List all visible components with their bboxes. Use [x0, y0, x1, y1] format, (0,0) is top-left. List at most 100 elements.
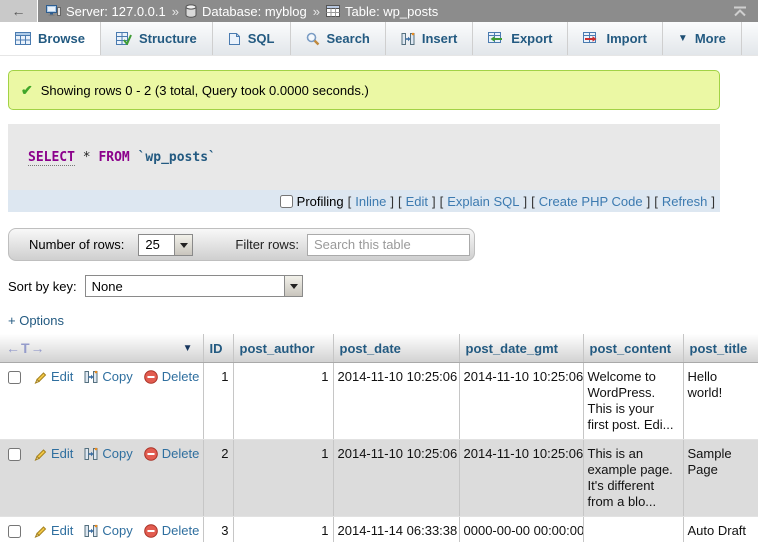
- filter-rows-label: Filter rows:: [235, 237, 299, 252]
- edit-row-action[interactable]: Edit: [33, 369, 73, 385]
- row-checkbox[interactable]: [8, 371, 21, 384]
- cell-post-content: This is an example page. It's different …: [583, 440, 683, 517]
- create-php-code-link[interactable]: Create PHP Code: [539, 194, 643, 209]
- tab-search[interactable]: Search: [291, 22, 386, 55]
- row-checkbox[interactable]: [8, 525, 21, 538]
- success-message-text: Showing rows 0 - 2 (3 total, Query took …: [41, 83, 369, 98]
- cell-id: 3: [203, 517, 233, 542]
- tab-search-label: Search: [327, 31, 370, 46]
- cell-post-content: Welcome to WordPress. This is your first…: [583, 363, 683, 440]
- pencil-icon: [33, 524, 47, 538]
- tab-import[interactable]: Import: [568, 22, 662, 55]
- sql-keyword-select[interactable]: SELECT: [28, 150, 75, 166]
- copy-row-action[interactable]: Copy: [84, 523, 132, 539]
- tab-insert[interactable]: Insert: [386, 22, 473, 55]
- cell-post-date-gmt: 0000-00-00 00:00:00: [459, 517, 583, 542]
- breadcrumb-table[interactable]: Table: wp_posts: [326, 4, 438, 19]
- bracket: ]: [524, 194, 528, 209]
- bracket: ]: [390, 194, 394, 209]
- profiling-checkbox[interactable]: [280, 195, 293, 208]
- bracket: ]: [647, 194, 651, 209]
- query-options-bar: Profiling [ Inline ] [ Edit ] [ Explain …: [8, 190, 720, 212]
- options-toggle-link[interactable]: + Options: [8, 313, 64, 328]
- row-actions: Edit Copy Delete: [4, 446, 199, 462]
- tab-browse[interactable]: Browse: [0, 22, 101, 55]
- copy-link[interactable]: Copy: [102, 369, 132, 385]
- delete-link[interactable]: Delete: [162, 523, 200, 539]
- breadcrumb-database[interactable]: Database: myblog: [185, 4, 307, 19]
- column-header-id[interactable]: ID: [203, 334, 233, 363]
- copy-row-action[interactable]: Copy: [84, 369, 132, 385]
- table-row: Edit Copy Delete 1 1 2014-11-10 10:25:06…: [0, 363, 758, 440]
- tab-export-label: Export: [511, 31, 552, 46]
- tab-sql-label: SQL: [248, 31, 275, 46]
- sql-icon: [228, 32, 241, 46]
- sort-key-select-wrap: None: [85, 275, 303, 297]
- copy-link[interactable]: Copy: [102, 523, 132, 539]
- profiling-label: Profiling: [297, 194, 344, 209]
- copy-link[interactable]: Copy: [102, 446, 132, 462]
- success-message: ✔ Showing rows 0 - 2 (3 total, Query too…: [8, 70, 720, 110]
- edit-row-action[interactable]: Edit: [33, 446, 73, 462]
- column-header-post-title[interactable]: post_title: [683, 334, 758, 363]
- tab-more[interactable]: ▼ More: [663, 22, 742, 55]
- edit-link[interactable]: Edit: [51, 369, 73, 385]
- export-icon: [488, 32, 504, 45]
- tab-structure-label: Structure: [139, 31, 197, 46]
- column-header-post-date-gmt[interactable]: post_date_gmt: [459, 334, 583, 363]
- rows-per-page-select[interactable]: 25: [139, 235, 192, 255]
- inline-link[interactable]: Inline: [355, 194, 386, 209]
- table-search-input[interactable]: [307, 234, 470, 256]
- collapse-panel-icon[interactable]: [732, 6, 748, 17]
- cell-post-title: Hello world!: [683, 363, 758, 440]
- row-actions: Edit Copy Delete: [4, 523, 199, 539]
- delete-row-action[interactable]: Delete: [144, 446, 200, 462]
- column-header-post-date[interactable]: post_date: [333, 334, 459, 363]
- tab-insert-label: Insert: [422, 31, 457, 46]
- import-icon: [583, 32, 599, 45]
- bracket: [: [654, 194, 658, 209]
- bracket: ]: [432, 194, 436, 209]
- table-row: Edit Copy Delete 3 1 2014-11-14 06:33:38…: [0, 517, 758, 542]
- cell-post-title: Sample Page: [683, 440, 758, 517]
- sort-key-select[interactable]: None: [86, 276, 302, 296]
- header-row: ←T→ ▼ ID post_author post_date post_date…: [0, 334, 758, 363]
- edit-link[interactable]: Edit: [51, 446, 73, 462]
- rows-per-page-select-wrap: 25: [138, 234, 193, 256]
- transpose-icon[interactable]: ←T→: [6, 340, 46, 356]
- delete-link[interactable]: Delete: [162, 369, 200, 385]
- breadcrumb-table-label: Table: wp_posts: [345, 4, 438, 19]
- bracket: [: [348, 194, 352, 209]
- tab-sql[interactable]: SQL: [213, 22, 291, 55]
- cell-post-content: [583, 517, 683, 542]
- structure-icon: [116, 32, 132, 45]
- edit-link[interactable]: Edit: [51, 523, 73, 539]
- tab-browse-label: Browse: [38, 31, 85, 46]
- breadcrumb-server[interactable]: Server: 127.0.0.1: [46, 4, 166, 19]
- sql-keyword-from: FROM: [98, 150, 129, 165]
- cell-post-date: 2014-11-10 10:25:06: [333, 440, 459, 517]
- row-checkbox[interactable]: [8, 448, 21, 461]
- back-button[interactable]: ←: [0, 0, 38, 22]
- sort-by-key-label: Sort by key:: [8, 279, 77, 294]
- sort-caret-icon[interactable]: ▼: [183, 343, 199, 354]
- tab-structure[interactable]: Structure: [101, 22, 213, 55]
- edit-query-link[interactable]: Edit: [406, 194, 428, 209]
- breadcrumb-database-label: Database: myblog: [202, 4, 307, 19]
- profiling-toggle[interactable]: Profiling: [280, 194, 344, 209]
- delete-row-action[interactable]: Delete: [144, 369, 200, 385]
- column-header-post-author[interactable]: post_author: [233, 334, 333, 363]
- breadcrumb-separator: »: [172, 4, 179, 19]
- column-header-post-content[interactable]: post_content: [583, 334, 683, 363]
- database-icon: [185, 4, 197, 18]
- explain-sql-link[interactable]: Explain SQL: [447, 194, 519, 209]
- cell-post-date-gmt: 2014-11-10 10:25:06: [459, 440, 583, 517]
- delete-link[interactable]: Delete: [162, 446, 200, 462]
- delete-row-action[interactable]: Delete: [144, 523, 200, 539]
- table-row: Edit Copy Delete 2 1 2014-11-10 10:25:06…: [0, 440, 758, 517]
- tab-export[interactable]: Export: [473, 22, 568, 55]
- refresh-link[interactable]: Refresh: [662, 194, 708, 209]
- copy-row-action[interactable]: Copy: [84, 446, 132, 462]
- breadcrumb-server-label: Server: 127.0.0.1: [66, 4, 166, 19]
- edit-row-action[interactable]: Edit: [33, 523, 73, 539]
